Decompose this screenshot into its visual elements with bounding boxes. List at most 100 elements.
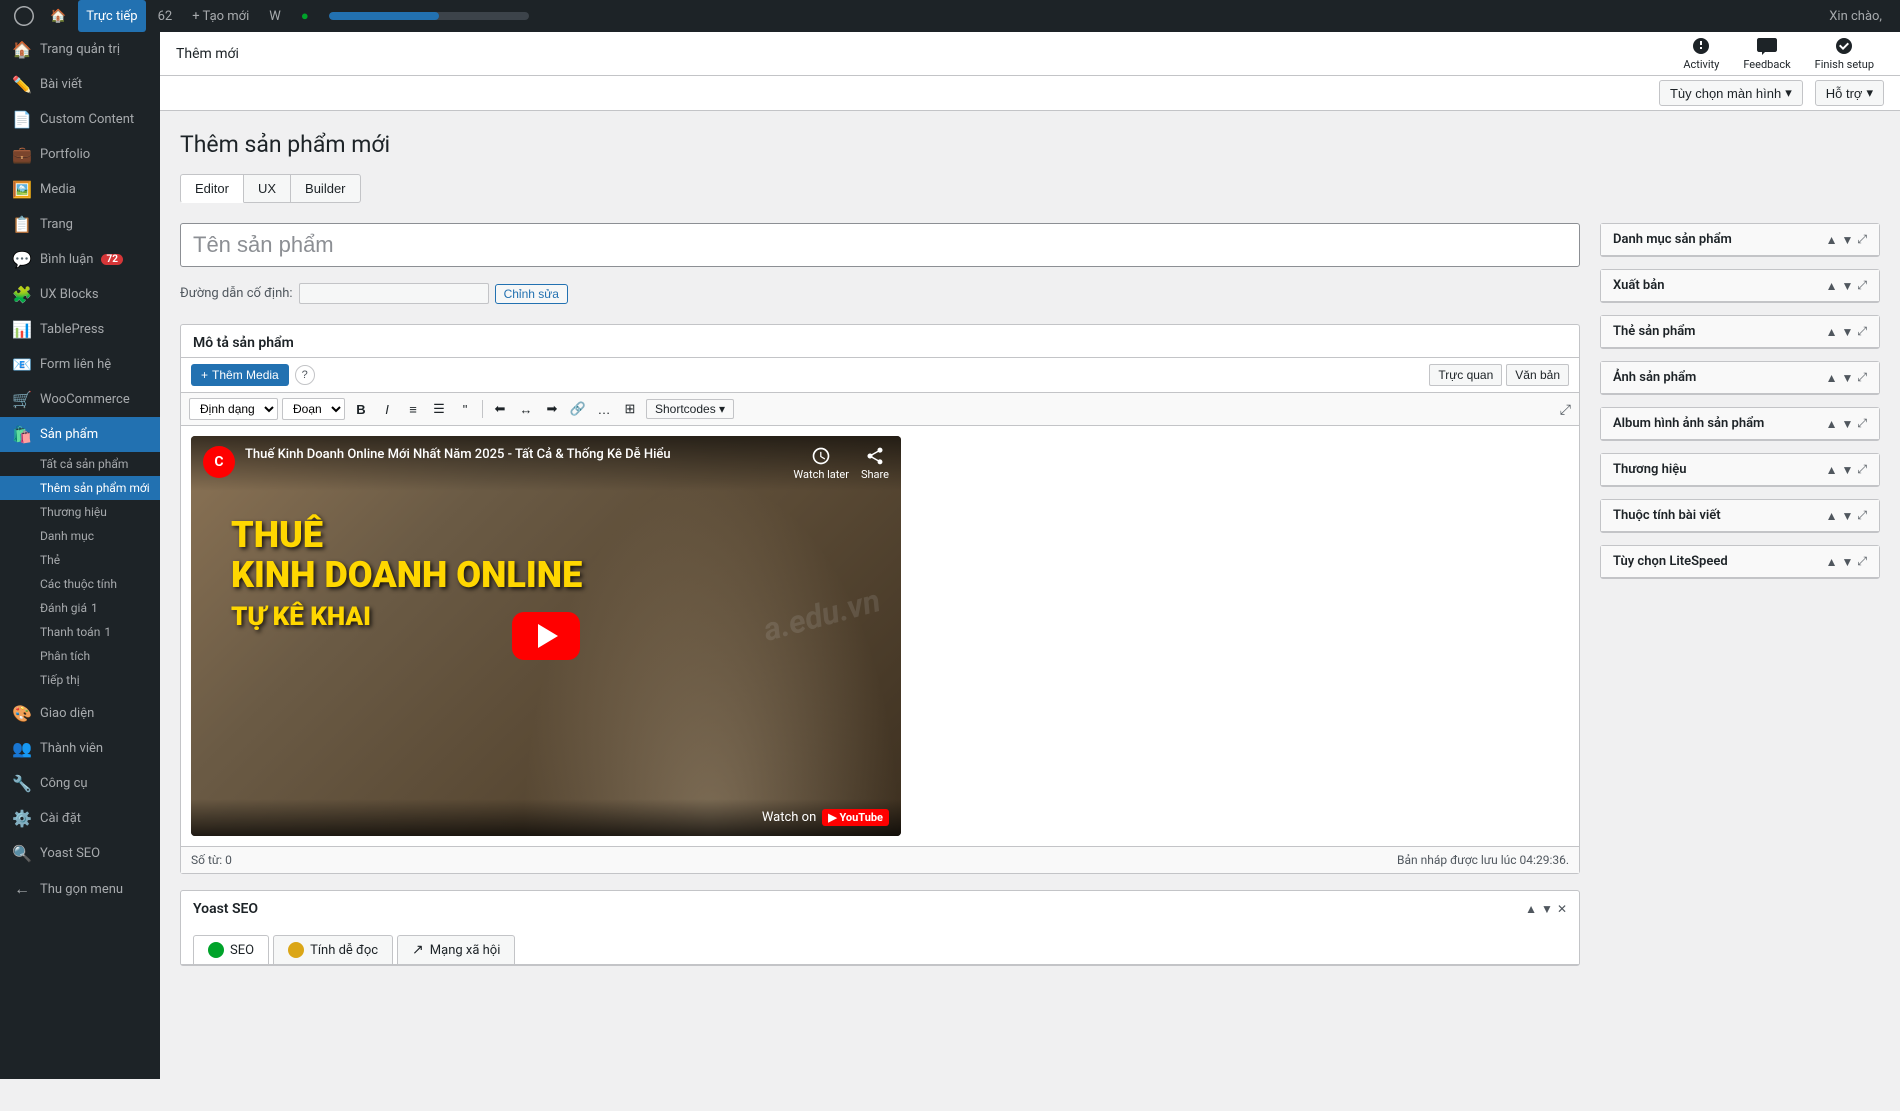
panel-publish-up[interactable]: ▲ (1826, 279, 1838, 293)
format-select[interactable]: Định dạng (189, 398, 278, 420)
table-button[interactable]: ⊞ (618, 397, 642, 421)
panel-publish-down[interactable]: ▼ (1842, 279, 1854, 293)
menu-item-dashboard[interactable]: 🏠 Trang quản trị (0, 32, 160, 67)
menu-item-tablepress[interactable]: 📊 TablePress (0, 312, 160, 347)
panel-tags-down[interactable]: ▼ (1842, 325, 1854, 339)
submenu-tag[interactable]: Thẻ (0, 548, 160, 572)
tab-editor[interactable]: Editor (180, 174, 244, 203)
ordered-list-button[interactable]: ≡ (401, 397, 425, 421)
panel-category-up[interactable]: ▲ (1826, 233, 1838, 247)
shortcodes-button[interactable]: Shortcodes ▾ (646, 399, 734, 419)
menu-item-products[interactable]: 🛍️ Sản phẩm (0, 417, 160, 452)
unordered-list-button[interactable]: ☰ (427, 397, 451, 421)
info-button[interactable]: ? (295, 365, 315, 385)
panel-brand-down[interactable]: ▼ (1842, 463, 1854, 477)
panel-category-expand[interactable]: ⤢ (1857, 232, 1867, 247)
menu-item-media[interactable]: 🖼️ Media (0, 172, 160, 207)
add-media-button[interactable]: + Thêm Media (191, 364, 289, 386)
activity-button[interactable]: Activity (1673, 32, 1729, 75)
submenu-analytics[interactable]: Phân tích (0, 644, 160, 668)
panel-brand-header[interactable]: Thương hiệu ▲ ▼ ⤢ (1601, 454, 1879, 486)
visual-view-button[interactable]: Trực quan (1429, 364, 1502, 386)
yoast-tab-social[interactable]: ↗ Mạng xã hội (397, 935, 515, 964)
menu-item-portfolio[interactable]: 💼 Portfolio (0, 137, 160, 172)
menu-item-collapse[interactable]: ← Thu gọn menu (0, 871, 160, 907)
screen-options-button[interactable]: Tùy chọn màn hình ▾ (1659, 80, 1803, 106)
blockquote-button[interactable]: " (453, 397, 477, 421)
play-button[interactable] (512, 612, 580, 660)
panel-product-image-header[interactable]: Ảnh sản phẩm ▲ ▼ ⤢ (1601, 362, 1879, 394)
panel-attributes-header[interactable]: Thuộc tính bài viết ▲ ▼ ⤢ (1601, 500, 1879, 532)
submenu-payments[interactable]: Thanh toán 1 (0, 620, 160, 644)
adminbar-live[interactable]: Trực tiếp (78, 0, 145, 32)
panel-product-image-up[interactable]: ▲ (1826, 371, 1838, 385)
menu-item-posts[interactable]: ✏️ Bài viết (0, 67, 160, 102)
menu-item-woocommerce[interactable]: 🛒 WooCommerce (0, 382, 160, 417)
menu-item-comments[interactable]: 💬 Bình luận 72 (0, 242, 160, 277)
submenu-marketing[interactable]: Tiếp thị (0, 668, 160, 692)
panel-litespeed-header[interactable]: Tùy chọn LiteSpeed ▲ ▼ ⤢ (1601, 546, 1879, 578)
submenu-add-product[interactable]: Thêm sản phẩm mới (0, 476, 160, 500)
yoast-arrow-down[interactable]: ▼ (1541, 902, 1553, 916)
more-button[interactable]: … (592, 397, 616, 421)
link-button[interactable]: 🔗 (566, 397, 590, 421)
panel-attributes-expand[interactable]: ⤢ (1857, 508, 1867, 523)
menu-item-yoast[interactable]: 🔍 Yoast SEO (0, 836, 160, 871)
panel-category-header[interactable]: Danh mục sản phẩm ▲ ▼ ⤢ (1601, 224, 1879, 256)
submenu-brand[interactable]: Thương hiệu (0, 500, 160, 524)
panel-product-image-expand[interactable]: ⤢ (1857, 370, 1867, 385)
align-center-button[interactable]: ↔ (514, 397, 538, 421)
panel-litespeed-down[interactable]: ▼ (1842, 555, 1854, 569)
adminbar-new[interactable]: + Tạo mới (184, 0, 257, 32)
panel-tags-up[interactable]: ▲ (1826, 325, 1838, 339)
finish-setup-button[interactable]: Finish setup (1805, 32, 1884, 75)
yoast-arrow-up[interactable]: ▲ (1525, 902, 1537, 916)
submenu-reviews[interactable]: Đánh giá 1 (0, 596, 160, 620)
panel-gallery-expand[interactable]: ⤢ (1857, 416, 1867, 431)
adminbar-dot[interactable]: ● (293, 0, 317, 32)
wp-logo[interactable] (10, 0, 38, 32)
panel-litespeed-up[interactable]: ▲ (1826, 555, 1838, 569)
panel-attributes-up[interactable]: ▲ (1826, 509, 1838, 523)
panel-tags-expand[interactable]: ⤢ (1857, 324, 1867, 339)
menu-item-custom-content[interactable]: 📄 Custom Content (0, 102, 160, 137)
permalink-edit-button[interactable]: Chỉnh sửa (495, 284, 568, 304)
panel-product-image-down[interactable]: ▼ (1842, 371, 1854, 385)
bold-button[interactable]: B (349, 397, 373, 421)
expand-editor-button[interactable]: ⤢ (1560, 401, 1571, 418)
panel-brand-expand[interactable]: ⤢ (1857, 462, 1867, 477)
feedback-button[interactable]: Feedback (1733, 32, 1800, 75)
permalink-input[interactable] (299, 283, 489, 304)
panel-litespeed-expand[interactable]: ⤢ (1857, 554, 1867, 569)
tab-builder[interactable]: Builder (290, 174, 360, 203)
panel-publish-header[interactable]: Xuất bản ▲ ▼ ⤢ (1601, 270, 1879, 302)
yoast-arrow-expand[interactable]: ✕ (1557, 902, 1567, 916)
yoast-tab-readability[interactable]: Tính dễ đọc (273, 935, 393, 964)
panel-attributes-down[interactable]: ▼ (1842, 509, 1854, 523)
italic-button[interactable]: I (375, 397, 399, 421)
panel-publish-expand[interactable]: ⤢ (1857, 278, 1867, 293)
adminbar-site[interactable]: 🏠 (42, 0, 74, 32)
menu-item-members[interactable]: 👥 Thành viên (0, 731, 160, 766)
yoast-header[interactable]: Yoast SEO ▲ ▼ ✕ (181, 891, 1579, 927)
text-view-button[interactable]: Văn bản (1506, 364, 1569, 386)
panel-brand-up[interactable]: ▲ (1826, 463, 1838, 477)
menu-item-appearance[interactable]: 🎨 Giao diện (0, 696, 160, 731)
product-name-input[interactable] (180, 223, 1580, 267)
panel-gallery-header[interactable]: Album hình ảnh sản phẩm ▲ ▼ ⤢ (1601, 408, 1879, 440)
help-button[interactable]: Hỗ trợ ▾ (1815, 80, 1884, 106)
adminbar-w[interactable]: W (261, 0, 289, 32)
paragraph-select[interactable]: Đoạn (282, 398, 345, 420)
panel-gallery-down[interactable]: ▼ (1842, 417, 1854, 431)
menu-item-ux-blocks[interactable]: 🧩 UX Blocks (0, 277, 160, 312)
align-left-button[interactable]: ⬅ (488, 397, 512, 421)
submenu-attributes[interactable]: Các thuộc tính (0, 572, 160, 596)
submenu-all-products[interactable]: Tất cả sản phẩm (0, 452, 160, 476)
yoast-tab-seo[interactable]: SEO (193, 935, 269, 964)
panel-tags-header[interactable]: Thẻ sản phẩm ▲ ▼ ⤢ (1601, 316, 1879, 348)
menu-item-tools[interactable]: 🔧 Công cụ (0, 766, 160, 801)
submenu-category[interactable]: Danh mục (0, 524, 160, 548)
menu-item-settings[interactable]: ⚙️ Cài đặt (0, 801, 160, 836)
menu-item-pages[interactable]: 📋 Trang (0, 207, 160, 242)
panel-gallery-up[interactable]: ▲ (1826, 417, 1838, 431)
